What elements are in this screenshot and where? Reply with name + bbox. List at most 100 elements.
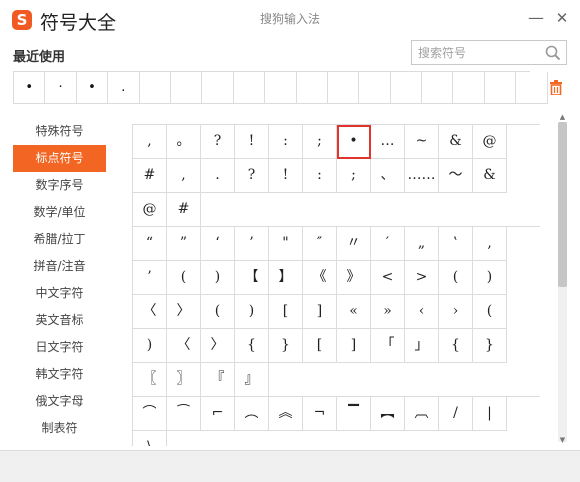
symbol-cell[interactable]: ] <box>337 329 371 363</box>
recent-symbol-cell[interactable] <box>202 72 234 104</box>
symbol-cell[interactable]: } <box>473 329 507 363</box>
symbol-cell[interactable]: ? <box>235 159 269 193</box>
symbol-cell[interactable]: ] <box>303 295 337 329</box>
recent-symbol-cell[interactable]: · <box>45 72 77 104</box>
symbol-cell[interactable]: ︽ <box>269 397 303 431</box>
sidebar-item[interactable]: 标点符号 <box>13 145 106 172</box>
symbol-cell[interactable]: ; <box>303 125 337 159</box>
symbol-cell[interactable]: ⌐ <box>201 397 235 431</box>
symbol-cell[interactable]: : <box>303 159 337 193</box>
symbol-cell[interactable]: « <box>337 295 371 329</box>
symbol-cell[interactable]: 〉 <box>201 329 235 363</box>
symbol-cell[interactable]: " <box>269 227 303 261</box>
minimize-button[interactable]: — <box>526 8 546 28</box>
symbol-cell[interactable]: { <box>235 329 269 363</box>
scroll-up-arrow-icon[interactable]: ▲ <box>558 113 567 122</box>
scrollbar-thumb[interactable] <box>558 122 567 287</box>
recent-symbol-cell[interactable] <box>296 72 328 104</box>
recent-symbol-cell[interactable]: • <box>76 72 109 104</box>
recent-symbol-cell[interactable]: . <box>108 72 140 104</box>
symbol-cell[interactable]: ‚ <box>473 227 507 261</box>
recent-symbol-cell[interactable] <box>422 72 454 104</box>
symbol-cell[interactable]: ; <box>337 159 371 193</box>
symbol-cell[interactable]: » <box>371 295 405 329</box>
recent-symbol-cell[interactable] <box>265 72 297 104</box>
symbol-cell[interactable]: # <box>133 159 167 193</box>
symbol-cell[interactable]: ’ <box>133 261 167 295</box>
symbol-cell[interactable]: ( <box>473 295 507 329</box>
symbol-cell[interactable]: ‘ <box>201 227 235 261</box>
sidebar-item[interactable]: 拼音/注音 <box>13 253 106 280</box>
symbol-cell[interactable]: . <box>201 159 235 193</box>
symbol-cell[interactable]: ︹ <box>405 397 439 431</box>
recent-symbol-cell[interactable] <box>516 72 548 104</box>
symbol-cell[interactable]: 〉 <box>167 295 201 329</box>
symbol-cell[interactable]: ’ <box>235 227 269 261</box>
symbol-cell[interactable]: / <box>439 397 473 431</box>
symbol-cell[interactable]: …… <box>405 159 439 193</box>
recent-symbol-cell[interactable] <box>233 72 266 104</box>
symbol-cell[interactable]: ″ <box>303 227 337 261</box>
symbol-cell[interactable]: ! <box>235 125 269 159</box>
symbol-cell[interactable]: › <box>439 295 473 329</box>
symbol-cell[interactable]: ′ <box>371 227 405 261</box>
symbol-cell[interactable]: @ <box>473 125 507 159</box>
symbol-cell[interactable]: ( <box>167 261 201 295</box>
symbol-cell[interactable]: } <box>269 329 303 363</box>
symbol-cell[interactable]: { <box>439 329 473 363</box>
symbol-cell[interactable]: ) <box>473 261 507 295</box>
sidebar-item[interactable]: 制表符 <box>13 415 106 442</box>
symbol-cell[interactable]: ︵ <box>235 397 269 431</box>
symbol-cell[interactable]: & <box>439 125 473 159</box>
symbol-cell[interactable]: “ <box>133 227 167 261</box>
symbol-cell[interactable]: 』 <box>235 363 269 397</box>
recent-symbol-cell[interactable]: • <box>14 72 46 104</box>
symbol-cell[interactable]: 」 <box>405 329 439 363</box>
symbol-cell[interactable]: @ <box>133 193 167 227</box>
symbol-cell[interactable]: ~ <box>405 125 439 159</box>
symbol-cell[interactable]: , <box>133 125 167 159</box>
symbol-cell[interactable]: < <box>371 261 405 295</box>
symbol-cell[interactable]: & <box>473 159 507 193</box>
search-input[interactable] <box>412 41 540 64</box>
symbol-cell[interactable]: 「 <box>371 329 405 363</box>
symbol-cell[interactable]: | <box>473 397 507 431</box>
symbol-cell[interactable]: 【 <box>235 261 269 295</box>
symbol-cell[interactable]: 、 <box>371 159 405 193</box>
symbol-cell[interactable]: ～ <box>439 159 473 193</box>
sidebar-item[interactable]: 英文音标 <box>13 307 106 334</box>
recent-symbol-cell[interactable] <box>139 72 171 104</box>
symbol-cell[interactable]: ) <box>201 261 235 295</box>
symbol-cell[interactable]: ︻ <box>371 397 405 431</box>
sidebar-item[interactable]: 希腊/拉丁 <box>13 226 106 253</box>
symbol-cell[interactable]: ? <box>201 125 235 159</box>
symbol-cell[interactable]: • <box>337 125 371 159</box>
symbol-cell[interactable]: 〈 <box>133 295 167 329</box>
symbol-cell[interactable]: ▔ <box>337 397 371 431</box>
recent-symbol-cell[interactable] <box>170 72 203 104</box>
symbol-cell[interactable]: 〃 <box>337 227 371 261</box>
symbol-cell[interactable]: ( <box>201 295 235 329</box>
recent-symbol-cell[interactable] <box>359 72 391 104</box>
sidebar-item[interactable]: 俄文字母 <box>13 388 106 415</box>
symbol-cell[interactable]: , <box>167 159 201 193</box>
symbol-cell[interactable]: ” <box>167 227 201 261</box>
scroll-down-arrow-icon[interactable]: ▼ <box>558 436 567 445</box>
symbol-cell[interactable]: ‛ <box>439 227 473 261</box>
symbol-cell[interactable]: „ <box>405 227 439 261</box>
recent-symbol-cell[interactable] <box>484 72 517 104</box>
symbol-cell[interactable]: ) <box>235 295 269 329</box>
trash-icon[interactable] <box>549 80 563 95</box>
close-button[interactable]: ✕ <box>552 8 572 28</box>
symbol-cell[interactable]: ‹ <box>405 295 439 329</box>
symbol-cell[interactable]: … <box>371 125 405 159</box>
symbol-cell[interactable]: ¬ <box>303 397 337 431</box>
symbol-cell[interactable]: ) <box>133 329 167 363</box>
symbol-cell[interactable]: : <box>269 125 303 159</box>
recent-symbol-cell[interactable] <box>453 72 485 104</box>
sidebar-item[interactable]: 韩文字符 <box>13 361 106 388</box>
symbol-cell[interactable]: ⁀ <box>167 397 201 431</box>
symbol-cell[interactable]: ( <box>439 261 473 295</box>
symbol-cell[interactable]: [ <box>269 295 303 329</box>
sidebar-item[interactable]: 特殊符号 <box>13 118 106 145</box>
